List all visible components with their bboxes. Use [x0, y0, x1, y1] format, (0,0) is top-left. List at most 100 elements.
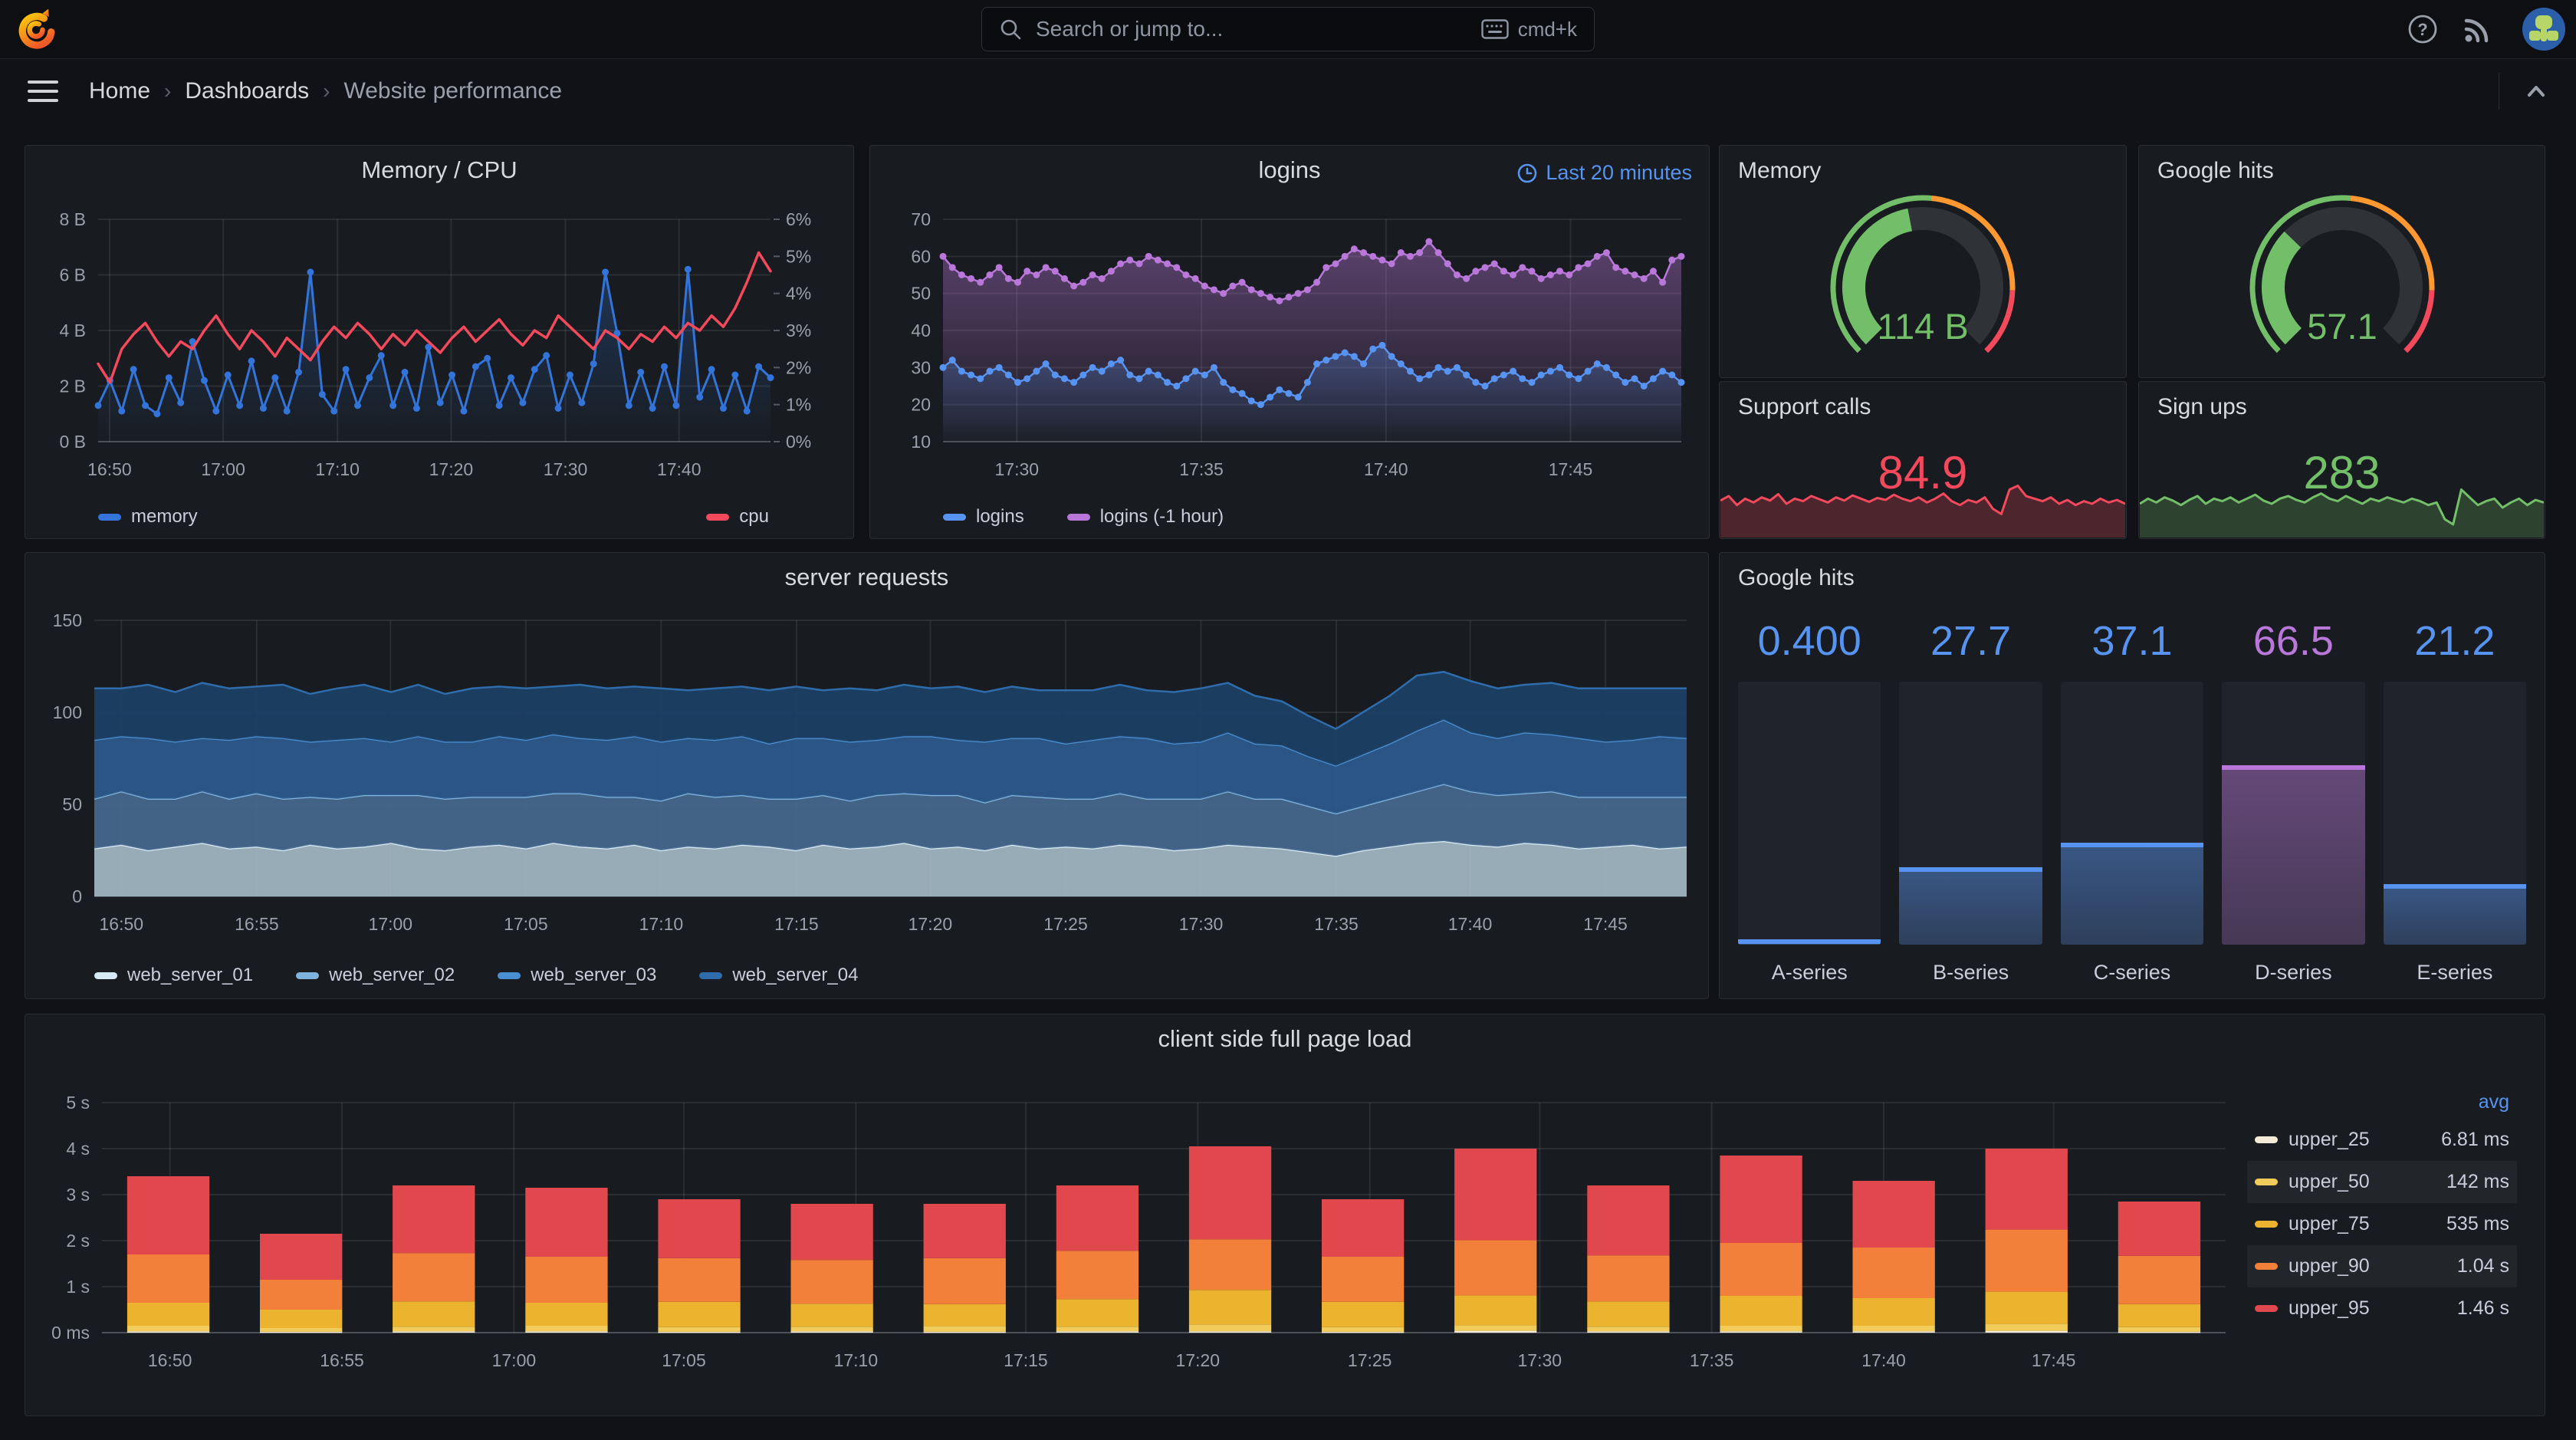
search-icon	[1001, 19, 1021, 40]
svg-text:60: 60	[911, 246, 931, 266]
panel-sign-ups: Sign ups 283	[2138, 381, 2545, 539]
legend-swatch	[98, 513, 121, 521]
legend-row[interactable]: upper_95 1.46 s	[2247, 1287, 2517, 1330]
panel-title[interactable]: Sign ups	[2157, 394, 2247, 420]
question-circle-icon: ?	[2408, 15, 2437, 44]
legend-label: web_server_01	[127, 965, 254, 985]
svg-text:17:20: 17:20	[1176, 1350, 1221, 1370]
search-shortcut: cmd+k	[1480, 18, 1577, 41]
svg-text:17:45: 17:45	[1549, 459, 1593, 479]
svg-text:4 B: 4 B	[59, 321, 86, 340]
svg-text:17:35: 17:35	[1314, 914, 1359, 934]
svg-text:6%: 6%	[786, 209, 811, 229]
bar-gauge-label: D-series	[2255, 961, 2332, 984]
panel-title[interactable]: Google hits	[1738, 565, 1855, 591]
bar-gauge-track	[2222, 682, 2365, 945]
chevron-right-icon: ›	[323, 78, 330, 103]
bar-gauge-track	[1738, 682, 1881, 945]
legend-swatch	[296, 972, 320, 979]
svg-text:17:10: 17:10	[315, 459, 360, 479]
legend-row[interactable]: upper_50 142 ms	[2247, 1161, 2517, 1203]
legend-label: upper_90	[2288, 1255, 2370, 1277]
panel-title[interactable]: Support calls	[1738, 394, 1871, 420]
svg-text:17:40: 17:40	[1364, 459, 1408, 479]
svg-text:150: 150	[53, 610, 82, 630]
svg-text:10: 10	[911, 432, 931, 452]
bar-gauge-fill	[1738, 939, 1881, 945]
svg-text:0: 0	[72, 886, 82, 906]
svg-text:50: 50	[62, 794, 82, 814]
legend-row[interactable]: upper_90 1.04 s	[2247, 1245, 2517, 1287]
svg-text:50: 50	[911, 284, 931, 304]
breadcrumb-dashboards[interactable]: Dashboards	[185, 78, 309, 104]
legend-label: web_server_03	[531, 965, 657, 985]
client-load-chart[interactable]: 0 ms 1 s 2 s 3 s 4 s 5 s 16:50 16:55 17:00 17:05 1…	[25, 1014, 2545, 1415]
legend-item[interactable]: web_server_02	[296, 965, 455, 986]
chart-legend-table: avg upper_25 6.81 ms upper_50 142 ms upper_75…	[2247, 1085, 2517, 1330]
svg-text:3 s: 3 s	[66, 1185, 90, 1205]
svg-text:17:30: 17:30	[1179, 914, 1224, 934]
panel-memory-gauge: Memory 114 B	[1719, 145, 2127, 378]
legend-label: logins (-1 hour)	[1099, 506, 1224, 527]
news-button[interactable]	[2456, 8, 2499, 51]
legend-swatch	[2255, 1179, 2278, 1185]
chart-legend: logins logins (-1 hour)	[943, 506, 1267, 528]
legend-item[interactable]: cpu	[706, 506, 769, 528]
svg-text:17:25: 17:25	[1043, 914, 1088, 934]
legend-item[interactable]: logins (-1 hour)	[1066, 506, 1224, 528]
chart-legend: web_server_01 web_server_02 web_server_03 w…	[94, 965, 901, 986]
svg-text:16:55: 16:55	[320, 1350, 364, 1370]
legend-swatch	[699, 972, 723, 979]
legend-swatch	[943, 513, 966, 521]
breadcrumb-bar: Home › Dashboards › Website performance	[0, 59, 2576, 123]
bar-gauge: 0.400 A-series 27.7 B-series 37.1 C-series 66.…	[1738, 617, 2527, 985]
grafana-logo-icon[interactable]	[14, 6, 60, 52]
svg-text:20: 20	[911, 395, 931, 415]
legend-row[interactable]: upper_75 535 ms	[2247, 1203, 2517, 1245]
search-input[interactable]	[1034, 16, 1481, 42]
legend-item[interactable]: web_server_03	[498, 965, 656, 986]
svg-text:17:30: 17:30	[995, 459, 1040, 479]
svg-text:6 B: 6 B	[59, 265, 86, 285]
legend-swatch	[2255, 1221, 2278, 1228]
svg-text:17:35: 17:35	[1179, 459, 1224, 479]
svg-text:4 s: 4 s	[66, 1139, 90, 1159]
legend-item[interactable]: logins	[943, 506, 1024, 528]
svg-text:17:10: 17:10	[834, 1350, 879, 1370]
google-hits-gauge: 57.1	[2139, 178, 2545, 374]
memory-cpu-chart[interactable]: 0 B 2 B 4 B 6 B 8 B 16:50 17:00 17:10 17:20 17:30…	[25, 146, 853, 538]
bar-gauge-value: 27.7	[1930, 618, 2012, 664]
legend-item[interactable]: web_server_04	[699, 965, 858, 986]
chevron-up-icon	[2528, 86, 2545, 97]
user-avatar[interactable]	[2522, 8, 2565, 51]
server-requests-chart[interactable]: 0 50 100 150 16:50 16:55 17:00 17:05 17:10 17:15 1…	[25, 553, 1708, 998]
svg-text:16:50: 16:50	[100, 914, 144, 934]
legend-row[interactable]: upper_25 6.81 ms	[2247, 1119, 2517, 1161]
svg-text:17:00: 17:00	[201, 459, 245, 479]
bar-gauge-value: 21.2	[2414, 618, 2496, 664]
svg-text:?: ?	[2417, 20, 2427, 39]
bar-gauge-value: 66.5	[2252, 618, 2334, 664]
svg-text:2 B: 2 B	[59, 376, 86, 396]
bar-gauge-fill	[1899, 867, 2042, 945]
help-button[interactable]: ?	[2401, 8, 2444, 51]
menu-toggle-icon[interactable]	[28, 76, 58, 107]
svg-text:70: 70	[911, 209, 931, 229]
chevron-right-icon: ›	[164, 78, 172, 103]
svg-text:17:00: 17:00	[369, 914, 413, 934]
legend-item[interactable]: memory	[98, 506, 198, 528]
rss-icon	[2464, 18, 2489, 43]
svg-text:5 s: 5 s	[66, 1093, 90, 1113]
panel-server-requests: server requests 0 50 100 150 16:50 16:55 17:00…	[25, 552, 1709, 999]
svg-text:17:00: 17:00	[492, 1350, 537, 1370]
bar-gauge-column: 66.5 D-series	[2222, 617, 2365, 985]
legend-item[interactable]: web_server_01	[94, 965, 253, 986]
logins-chart[interactable]: 10 20 30 40 50 60 70 17:30 17:35 17:40 17:45	[870, 146, 1709, 538]
svg-text:17:35: 17:35	[1690, 1350, 1734, 1370]
breadcrumb-home[interactable]: Home	[89, 78, 150, 104]
panel-google-hits-bars: Google hits 0.400 A-series 27.7 B-series 37.…	[1719, 552, 2545, 999]
legend-avg-value: 142 ms	[2446, 1171, 2509, 1192]
search-box[interactable]: cmd+k	[981, 7, 1595, 51]
kiosk-mode-button[interactable]	[2518, 73, 2555, 110]
svg-text:16:50: 16:50	[87, 459, 132, 479]
